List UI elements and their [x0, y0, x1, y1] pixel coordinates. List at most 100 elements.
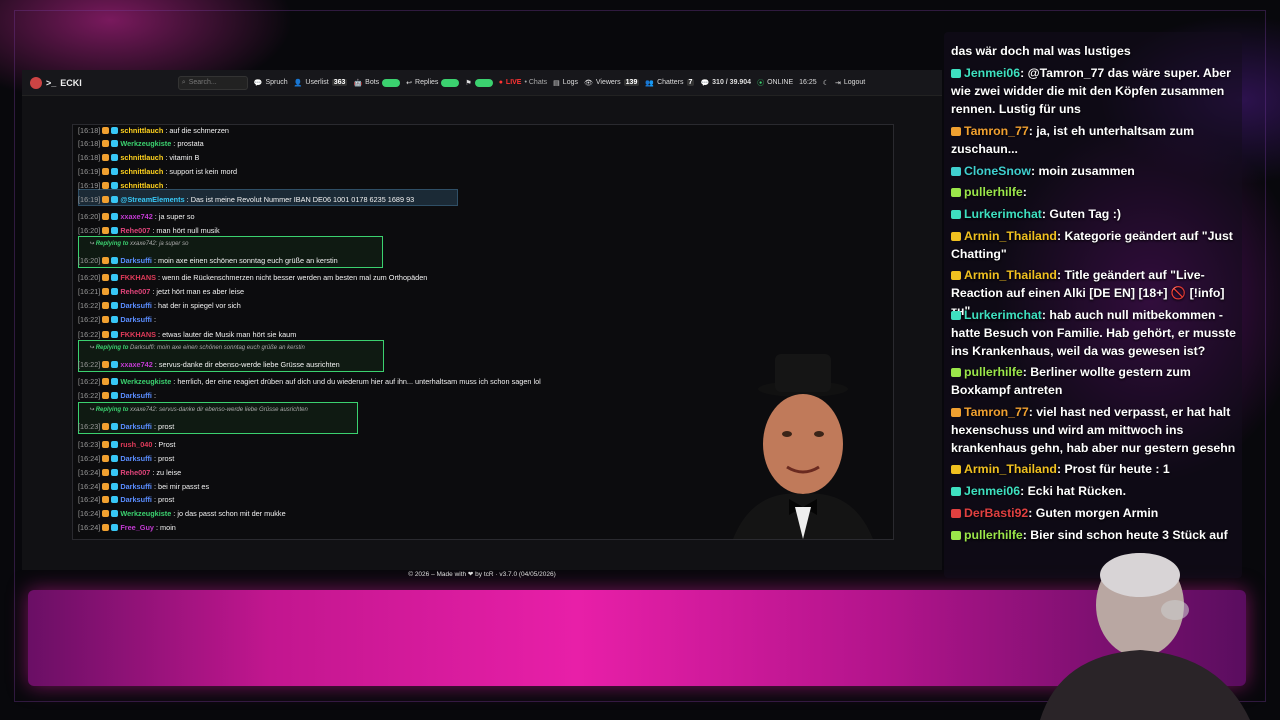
overlay-username: Tamron_77: [964, 405, 1029, 419]
badge-icon: [111, 213, 119, 220]
message-username[interactable]: schnittlauch: [120, 126, 163, 135]
host-portrait-image: [733, 354, 873, 539]
badge-icon: [102, 257, 110, 264]
badge-icon: [102, 168, 110, 175]
message-timestamp: [16:20]: [78, 256, 101, 265]
message-username[interactable]: rush_040: [120, 440, 152, 449]
badge-icon: [102, 213, 110, 220]
chat-message-row: [16:19] schnittlauch: support ist kein mo…: [78, 167, 237, 176]
replies-toggle[interactable]: ↩ Replies: [406, 78, 460, 87]
userlist-button[interactable]: 👤 Userlist 363: [294, 79, 348, 87]
badge-icon: [111, 140, 119, 147]
extra-toggle[interactable]: ⚑: [465, 78, 493, 87]
stream-chat-overlay: das wär doch mal was lustiges Jenmei06: @…: [944, 32, 1242, 578]
message-text: :: [153, 315, 156, 324]
logout-button[interactable]: ⇥ Logout: [835, 79, 865, 87]
message-timestamp: [16:24]: [78, 468, 101, 477]
webcam-feed-image: [1040, 553, 1250, 720]
overlay-chat-line: pullerhilfe: Berliner wollte gestern zum…: [951, 363, 1236, 399]
badge-icon: [111, 182, 119, 189]
replies-toggle-switch[interactable]: [441, 78, 460, 87]
user-badge-icon: [951, 368, 961, 378]
bots-toggle-switch[interactable]: [382, 78, 401, 87]
message-text: : ja super so: [154, 212, 195, 221]
message-username[interactable]: schnittlauch: [120, 167, 163, 176]
user-badge-icon: [951, 487, 961, 497]
overlay-username: CloneSnow: [964, 164, 1031, 178]
message-timestamp: [16:23]: [78, 422, 101, 431]
brand[interactable]: >_ ECKI: [30, 76, 82, 89]
eye-icon: 👁: [583, 79, 593, 87]
message-text: : moin axe einen schönen sonntag euch gr…: [153, 256, 338, 265]
chat-message-row: [16:20] Darksuffi: moin axe einen schönen…: [78, 256, 338, 265]
message-username[interactable]: Werkzeugkiste: [120, 509, 171, 518]
message-username[interactable]: Darksuffi: [120, 454, 152, 463]
spruch-button[interactable]: 💬 Spruch: [254, 79, 288, 87]
overlay-username: Armin_Thailand: [964, 229, 1057, 243]
message-username[interactable]: Darksuffi: [120, 495, 152, 504]
overlay-username: Tamron_77: [964, 124, 1029, 138]
badge-icon: [102, 196, 110, 203]
message-username[interactable]: @StreamElements: [120, 195, 184, 204]
chat-message-row: [16:24] Darksuffi: prost: [78, 454, 174, 463]
theme-toggle[interactable]: ☾: [823, 79, 829, 87]
message-timestamp: [16:22]: [78, 377, 101, 386]
badge-icon: [102, 302, 110, 309]
chatters-button[interactable]: 👥 Chatters 7: [645, 79, 695, 87]
message-username[interactable]: xxaxe742: [120, 360, 152, 369]
badge-icon: [111, 524, 119, 531]
message-username[interactable]: FKKHANS: [120, 273, 156, 282]
message-username[interactable]: Darksuffi: [120, 256, 152, 265]
message-timestamp: [16:24]: [78, 523, 101, 532]
message-username[interactable]: FKKHANS: [120, 330, 156, 339]
badge-icon: [102, 331, 110, 338]
message-timestamp: [16:18]: [78, 139, 101, 148]
chat-message-row: [16:22] Darksuffi:: [78, 391, 156, 400]
extra-toggle-switch[interactable]: [474, 78, 493, 87]
chat-message-row: [16:21] Rehe007: jetzt hört man es aber l…: [78, 287, 244, 296]
chat-message-row: [16:24] Darksuffi: bei mir passt es: [78, 482, 209, 491]
overlay-username: Lurkerimchat: [964, 308, 1042, 322]
moon-icon: ☾: [822, 79, 829, 87]
message-timestamp: [16:24]: [78, 482, 101, 491]
message-username[interactable]: schnittlauch: [120, 181, 163, 190]
message-username[interactable]: Rehe007: [120, 468, 150, 477]
badge-icon: [102, 288, 110, 295]
overlay-message-text: : Prost für heute : 1: [1056, 462, 1170, 476]
search-input[interactable]: ⌕ Search...: [177, 75, 248, 90]
chat-message-row: [16:22] Werkzeugkiste: herrlich, der eine…: [78, 377, 541, 386]
top-navbar: >_ ECKI ⌕ Search... 💬 Spruch 👤 Userlist 363…: [22, 70, 942, 96]
message-username[interactable]: Rehe007: [120, 287, 150, 296]
live-chats-button[interactable]: ● LIVE • Chats: [499, 79, 547, 86]
message-username[interactable]: Darksuffi: [120, 301, 152, 310]
message-text: :: [153, 391, 156, 400]
message-username[interactable]: schnittlauch: [120, 153, 163, 162]
logout-icon: ⇥: [834, 79, 841, 87]
badge-icon: [111, 378, 119, 385]
message-username[interactable]: xxaxe742: [120, 212, 152, 221]
message-timestamp: [16:19]: [78, 195, 101, 204]
chat-log[interactable]: ↪ Replying to xxaxe742: ja super so ↪ Rep…: [72, 124, 894, 540]
badge-icon: [102, 423, 110, 430]
badge-icon: [111, 227, 119, 234]
message-text: : wenn die Rückenschmerzen nicht besser …: [158, 273, 428, 282]
user-badge-icon: [951, 127, 961, 137]
message-text: : Prost: [154, 440, 176, 449]
user-badge-icon: [951, 531, 961, 541]
message-username[interactable]: Darksuffi: [120, 315, 152, 324]
message-username[interactable]: Werkzeugkiste: [120, 377, 171, 386]
message-username[interactable]: Free_Guy: [120, 523, 154, 532]
viewers-button[interactable]: 👁 Viewers 139: [583, 79, 640, 87]
message-username[interactable]: Darksuffi: [120, 482, 152, 491]
reply-label: Replying to: [95, 345, 129, 351]
logs-button[interactable]: ▤ Logs: [553, 79, 578, 87]
message-username[interactable]: Rehe007: [120, 226, 150, 235]
brand-logo-icon: [30, 76, 42, 89]
message-text: : prost: [153, 422, 175, 431]
message-username[interactable]: Darksuffi: [120, 422, 152, 431]
message-username[interactable]: Werkzeugkiste: [120, 139, 171, 148]
bots-toggle[interactable]: 🤖 Bots: [353, 78, 401, 87]
chat-message-row: [16:22] Darksuffi:: [78, 315, 156, 324]
message-timestamp: [16:22]: [78, 391, 101, 400]
message-username[interactable]: Darksuffi: [120, 391, 152, 400]
